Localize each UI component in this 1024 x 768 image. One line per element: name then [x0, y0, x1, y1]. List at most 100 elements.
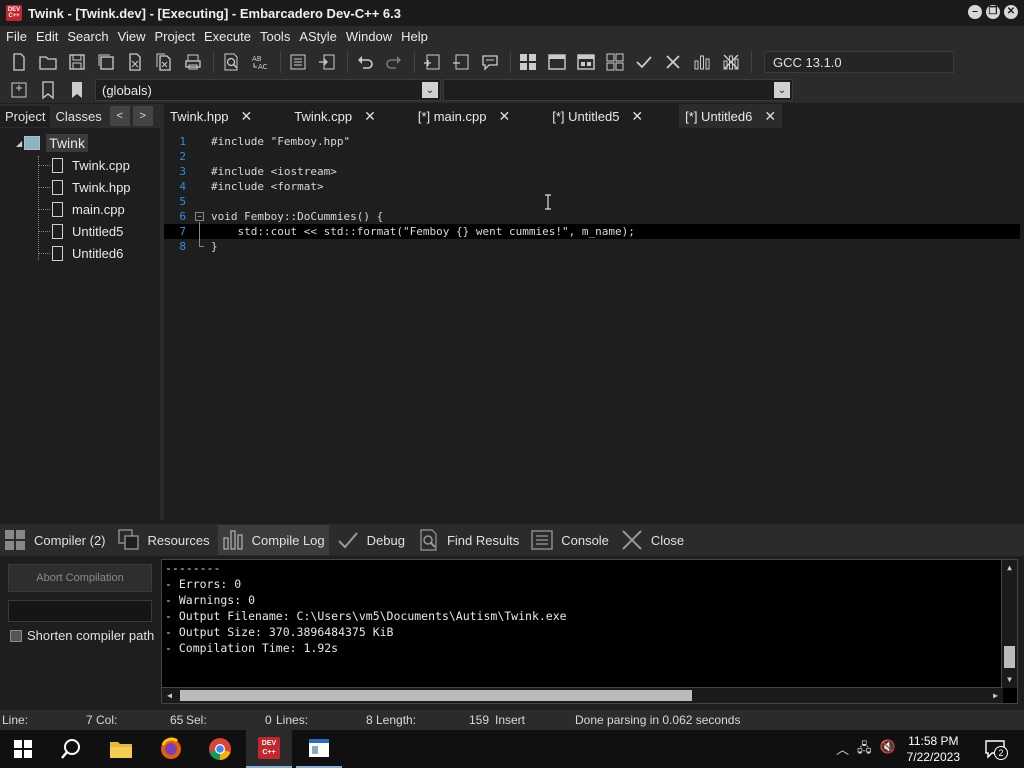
close-file-button[interactable]	[122, 50, 148, 74]
scroll-up-icon[interactable]: ▲	[1003, 561, 1016, 574]
replace-button[interactable]: AB AC	[247, 50, 273, 74]
menu-file[interactable]: File	[4, 29, 34, 44]
taskbar-clock[interactable]: 11:58 PM 7/22/2023	[907, 733, 960, 765]
tree-item-main-cpp[interactable]: main.cpp	[0, 198, 160, 220]
rebuild-all-button[interactable]	[602, 50, 628, 74]
code-editor[interactable]: 1 #include "Femboy.hpp" 2 3 #include <iost…	[164, 128, 1024, 520]
find-button[interactable]	[218, 50, 244, 74]
menu-search[interactable]: Search	[65, 29, 115, 44]
volume-muted-icon[interactable]: 🔇	[880, 739, 896, 761]
tab-classes[interactable]: Classes	[50, 106, 106, 127]
project-options-button[interactable]	[477, 50, 503, 74]
chevron-down-icon[interactable]: ⌄	[422, 82, 438, 98]
tab-main-cpp[interactable]: [*] main.cpp ✕	[412, 104, 516, 128]
menu-project[interactable]: Project	[153, 29, 202, 44]
network-icon[interactable]: 🖧	[857, 739, 872, 761]
tree-item-twink-hpp[interactable]: Twink.hpp	[0, 176, 160, 198]
tab-debug[interactable]: Debug	[333, 525, 409, 555]
menu-help[interactable]: Help	[399, 29, 435, 44]
menu-edit[interactable]: Edit	[34, 29, 65, 44]
tab-resources[interactable]: Resources	[114, 525, 214, 555]
insert-button[interactable]	[6, 78, 32, 102]
tree-item-untitled6[interactable]: Untitled6	[0, 242, 160, 264]
tree-item-label: Untitled6	[72, 245, 124, 261]
goto-bookmark-button[interactable]	[64, 78, 90, 102]
chevron-left-icon[interactable]: <	[109, 106, 130, 126]
profile-button[interactable]	[689, 50, 715, 74]
collapse-icon[interactable]: ◢	[16, 139, 22, 148]
log-vertical-scrollbar[interactable]: ▲ ▼	[1001, 560, 1017, 688]
close-icon[interactable]: ✕	[364, 108, 376, 125]
member-select[interactable]: ⌄	[443, 79, 793, 101]
fold-toggle-icon[interactable]: −	[195, 212, 204, 221]
close-icon[interactable]: ✕	[498, 108, 510, 125]
search-taskbar-button[interactable]	[48, 730, 94, 768]
new-project-button[interactable]	[419, 50, 445, 74]
menu-astyle[interactable]: AStyle	[297, 29, 344, 44]
firefox-taskbar-button[interactable]	[148, 730, 194, 768]
goto-line-button[interactable]	[314, 50, 340, 74]
restore-button[interactable]: ❐	[986, 5, 1000, 19]
tab-find-results[interactable]: Find Results	[413, 525, 523, 555]
tab-untitled6[interactable]: [*] Untitled6 ✕	[679, 104, 783, 128]
close-icon[interactable]: ✕	[631, 108, 643, 125]
close-window-button[interactable]: ✕	[1004, 5, 1018, 19]
syntax-check-button[interactable]	[631, 50, 657, 74]
scope-select[interactable]: (globals) ⌄	[95, 79, 441, 101]
notifications-button[interactable]: 2	[972, 730, 1018, 768]
chevron-right-icon[interactable]: >	[132, 106, 153, 126]
close-icon[interactable]: ✕	[241, 108, 253, 125]
open-file-button[interactable]	[35, 50, 61, 74]
minimize-button[interactable]: –	[968, 5, 982, 19]
undo-button[interactable]	[352, 50, 378, 74]
save-all-button[interactable]	[93, 50, 119, 74]
tab-twink-cpp[interactable]: Twink.cpp ✕	[288, 104, 382, 128]
toggle-bookmark-button[interactable]	[35, 78, 61, 102]
shorten-path-option[interactable]: Shorten compiler path	[10, 628, 154, 643]
tree-root-project[interactable]: ◢ Twink	[0, 132, 160, 154]
start-button[interactable]	[0, 730, 46, 768]
compile-button[interactable]	[515, 50, 541, 74]
tree-item-twink-cpp[interactable]: Twink.cpp	[0, 154, 160, 176]
compile-log-output[interactable]: -------- - Errors: 0 - Warnings: 0 - Out…	[161, 559, 1018, 704]
redo-button[interactable]	[381, 50, 407, 74]
file-explorer-taskbar-button[interactable]	[98, 730, 144, 768]
close-icon[interactable]: ✕	[764, 108, 776, 125]
tab-twink-hpp[interactable]: Twink.hpp ✕	[164, 104, 258, 128]
menu-window[interactable]: Window	[344, 29, 399, 44]
compiler-select[interactable]: GCC 13.1.0	[764, 51, 954, 73]
tab-close[interactable]: Close	[617, 525, 688, 555]
tab-console[interactable]: Console	[527, 525, 613, 555]
remove-from-project-button[interactable]	[448, 50, 474, 74]
new-file-button[interactable]	[6, 50, 32, 74]
tab-compile-log[interactable]: Compile Log	[217, 525, 329, 555]
compile-run-button[interactable]	[573, 50, 599, 74]
menu-tools[interactable]: Tools	[258, 29, 297, 44]
scrollbar-thumb[interactable]	[1004, 646, 1015, 668]
log-horizontal-scrollbar[interactable]: ◀ ▶	[162, 687, 1003, 703]
tree-item-untitled5[interactable]: Untitled5	[0, 220, 160, 242]
scrollbar-thumb[interactable]	[180, 690, 692, 701]
abort-button[interactable]	[660, 50, 686, 74]
tab-untitled5[interactable]: [*] Untitled5 ✕	[546, 104, 649, 128]
menu-execute[interactable]: Execute	[202, 29, 258, 44]
chevron-down-icon[interactable]: ⌄	[774, 82, 790, 98]
chevron-up-icon[interactable]: ︿	[836, 739, 849, 761]
run-button[interactable]	[544, 50, 570, 74]
menu-view[interactable]: View	[116, 29, 153, 44]
save-button[interactable]	[64, 50, 90, 74]
devcpp-taskbar-button[interactable]: DEV C++	[246, 730, 292, 768]
print-button[interactable]	[180, 50, 206, 74]
scroll-right-icon[interactable]: ▶	[989, 689, 1002, 702]
scroll-left-icon[interactable]: ◀	[163, 689, 176, 702]
chrome-taskbar-button[interactable]	[197, 730, 243, 768]
abort-compilation-button[interactable]: Abort Compilation	[8, 564, 152, 592]
delete-profile-button[interactable]	[718, 50, 744, 74]
indent-button[interactable]	[285, 50, 311, 74]
app-taskbar-button[interactable]	[296, 730, 342, 768]
tab-compiler[interactable]: Compiler (2)	[0, 525, 110, 555]
shorten-path-checkbox[interactable]	[10, 629, 22, 642]
scroll-down-icon[interactable]: ▼	[1003, 673, 1016, 686]
tab-project[interactable]: Project	[0, 105, 51, 127]
close-all-button[interactable]	[151, 50, 177, 74]
